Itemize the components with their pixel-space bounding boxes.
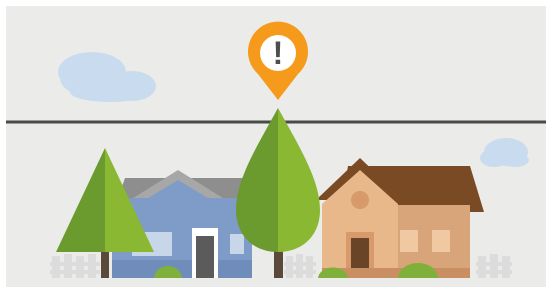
fence-right bbox=[476, 254, 512, 280]
fence-middle bbox=[284, 254, 316, 280]
brown-house bbox=[316, 158, 484, 278]
alert-exclamation: ! bbox=[273, 35, 284, 71]
neighborhood-alert-illustration: ! bbox=[0, 0, 552, 293]
ground bbox=[6, 278, 546, 287]
